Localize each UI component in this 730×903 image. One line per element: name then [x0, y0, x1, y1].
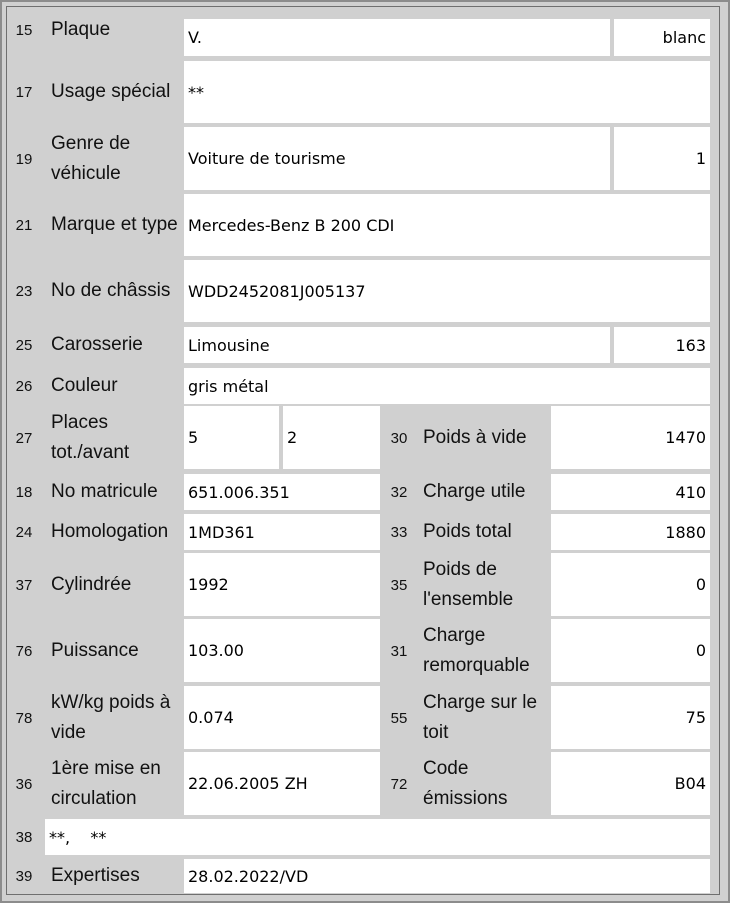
field-number: 35	[390, 576, 408, 594]
field-number: 36	[15, 775, 33, 793]
payload-value: 410	[551, 474, 710, 510]
special-use-label: Usage spécial	[51, 81, 171, 102]
chassis-number-label: No de châssis	[51, 280, 171, 301]
seats-label: Places tot./avant	[51, 412, 130, 463]
registration-number-value: 651.006.351	[184, 474, 380, 510]
power-value: 103.00	[184, 619, 380, 682]
first-registration-value: 22.06.2005 ZH	[184, 752, 380, 815]
field-number: 72	[390, 775, 408, 793]
plate-label: Plaque	[51, 19, 111, 40]
homologation-value: 1MD361	[184, 514, 380, 550]
field-number: 31	[390, 642, 408, 660]
displacement-label: Cylindrée	[51, 574, 132, 595]
field-number: 24	[15, 523, 33, 541]
field-number: 21	[15, 216, 33, 234]
field-number: 17	[15, 83, 33, 101]
total-weight-value: 1880	[551, 514, 710, 550]
make-type-label: Marque et type	[51, 214, 178, 235]
vehicle-kind-value: Voiture de tourisme	[184, 127, 610, 190]
empty-weight-value: 1470	[551, 406, 710, 469]
body-label: Carosserie	[51, 334, 143, 355]
registration-number-label: No matricule	[51, 481, 158, 502]
special-use-value: **	[184, 61, 710, 123]
field-number: 25	[15, 336, 33, 354]
field-number: 18	[15, 483, 33, 501]
plate-color-value: blanc	[614, 19, 710, 56]
field-number: 19	[15, 150, 33, 168]
vehicle-kind-label: Genre de véhicule	[51, 133, 131, 184]
combination-weight-value: 0	[551, 553, 710, 616]
field-number: 27	[15, 429, 33, 447]
field-number: 55	[390, 709, 408, 727]
displacement-value: 1992	[184, 553, 380, 616]
inspections-label: Expertises	[51, 865, 140, 886]
total-weight-label: Poids total	[423, 521, 512, 542]
field-number: 30	[390, 429, 408, 447]
field-number: 78	[15, 709, 33, 727]
make-type-value: Mercedes-Benz B 200 CDI	[184, 194, 710, 256]
plate-value: V.	[184, 19, 610, 56]
payload-label: Charge utile	[423, 481, 526, 502]
color-label: Couleur	[51, 375, 118, 396]
field-number: 38	[15, 828, 33, 846]
color-value: gris métal	[184, 368, 710, 404]
power-label: Puissance	[51, 640, 139, 661]
vehicle-kind-code: 1	[614, 127, 710, 190]
seats-front-value: 2	[283, 406, 380, 469]
body-code-value: 163	[614, 327, 710, 363]
emissions-code-label: Code émissions	[423, 758, 508, 809]
chassis-number-value: WDD2452081J005137	[184, 260, 710, 322]
empty-weight-label: Poids à vide	[423, 427, 527, 448]
remarks-value: **, **	[45, 819, 710, 855]
seats-total-value: 5	[184, 406, 279, 469]
power-weight-value: 0.074	[184, 686, 380, 749]
field-number: 15	[15, 21, 33, 39]
field-number: 23	[15, 282, 33, 300]
combination-weight-label: Poids de l'ensemble	[423, 559, 514, 610]
field-number: 76	[15, 642, 33, 660]
field-number: 32	[390, 483, 408, 501]
field-number: 33	[390, 523, 408, 541]
roof-load-label: Charge sur le toit	[423, 692, 538, 743]
towing-capacity-value: 0	[551, 619, 710, 682]
body-value: Limousine	[184, 327, 610, 363]
first-registration-label: 1ère mise en circulation	[51, 758, 161, 809]
homologation-label: Homologation	[51, 521, 169, 542]
field-number: 39	[15, 867, 33, 885]
power-weight-label: kW/kg poids à vide	[51, 692, 171, 743]
inspections-value: 28.02.2022/VD	[184, 859, 710, 893]
registration-table: 15 Plaque V. blanc 17 Usage spécial ** 1…	[6, 6, 720, 895]
field-number: 26	[15, 377, 33, 395]
field-number: 37	[15, 576, 33, 594]
emissions-code-value: B04	[551, 752, 710, 815]
towing-capacity-label: Charge remorquable	[423, 625, 530, 676]
roof-load-value: 75	[551, 686, 710, 749]
